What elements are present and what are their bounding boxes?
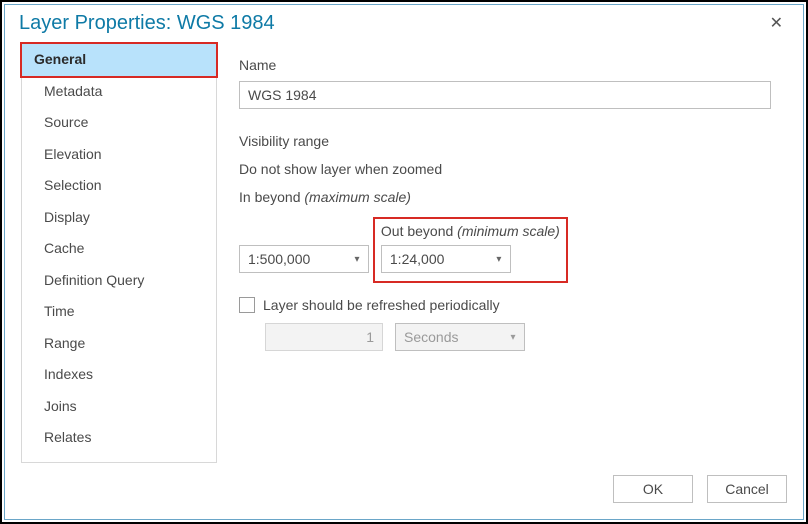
out-beyond-highlight: Out beyond (minimum scale) 1:24,000 ▾ <box>373 217 568 283</box>
dialog-footer: OK Cancel <box>5 463 803 519</box>
tab-general[interactable]: General <box>22 44 216 76</box>
tab-range[interactable]: Range <box>22 328 216 360</box>
refresh-interval-input <box>265 323 383 351</box>
in-beyond-label: In beyond (maximum scale) <box>239 189 779 205</box>
name-label: Name <box>239 57 779 73</box>
in-beyond-value: 1:500,000 <box>240 248 346 270</box>
general-panel: Name Visibility range Do not show layer … <box>235 43 787 463</box>
tab-relates[interactable]: Relates <box>22 422 216 454</box>
tab-indexes[interactable]: Indexes <box>22 359 216 391</box>
out-beyond-combo[interactable]: 1:24,000 ▾ <box>381 245 511 273</box>
tab-page-query[interactable]: Page Query <box>22 454 216 464</box>
refresh-unit-combo: Seconds ▾ <box>395 323 525 351</box>
tab-elevation[interactable]: Elevation <box>22 139 216 171</box>
tab-metadata[interactable]: Metadata <box>22 76 216 108</box>
chevron-down-icon: ▾ <box>502 332 524 343</box>
tab-joins[interactable]: Joins <box>22 391 216 423</box>
in-beyond-combo[interactable]: 1:500,000 ▾ <box>239 245 369 273</box>
out-beyond-label: Out beyond (minimum scale) <box>381 223 560 239</box>
tab-selection[interactable]: Selection <box>22 170 216 202</box>
close-icon[interactable]: ✕ <box>762 14 791 34</box>
visibility-range-header: Visibility range <box>239 133 779 149</box>
category-sidebar: General Metadata Source Elevation Select… <box>21 43 217 463</box>
out-beyond-value: 1:24,000 <box>382 248 488 270</box>
titlebar: Layer Properties: WGS 1984 ✕ <box>5 5 803 39</box>
refresh-unit-value: Seconds <box>396 326 502 348</box>
ok-button[interactable]: OK <box>613 475 693 503</box>
name-input[interactable] <box>239 81 771 109</box>
refresh-label: Layer should be refreshed periodically <box>263 297 500 313</box>
visibility-note: Do not show layer when zoomed <box>239 161 779 177</box>
tab-source[interactable]: Source <box>22 107 216 139</box>
chevron-down-icon: ▾ <box>488 254 510 265</box>
tab-cache[interactable]: Cache <box>22 233 216 265</box>
tab-time[interactable]: Time <box>22 296 216 328</box>
tab-display[interactable]: Display <box>22 202 216 234</box>
layer-properties-dialog: Layer Properties: WGS 1984 ✕ General Met… <box>4 4 804 520</box>
cancel-button[interactable]: Cancel <box>707 475 787 503</box>
tab-definition-query[interactable]: Definition Query <box>22 265 216 297</box>
refresh-checkbox[interactable] <box>239 297 255 313</box>
dialog-title: Layer Properties: WGS 1984 <box>19 12 762 35</box>
chevron-down-icon: ▾ <box>346 254 368 265</box>
